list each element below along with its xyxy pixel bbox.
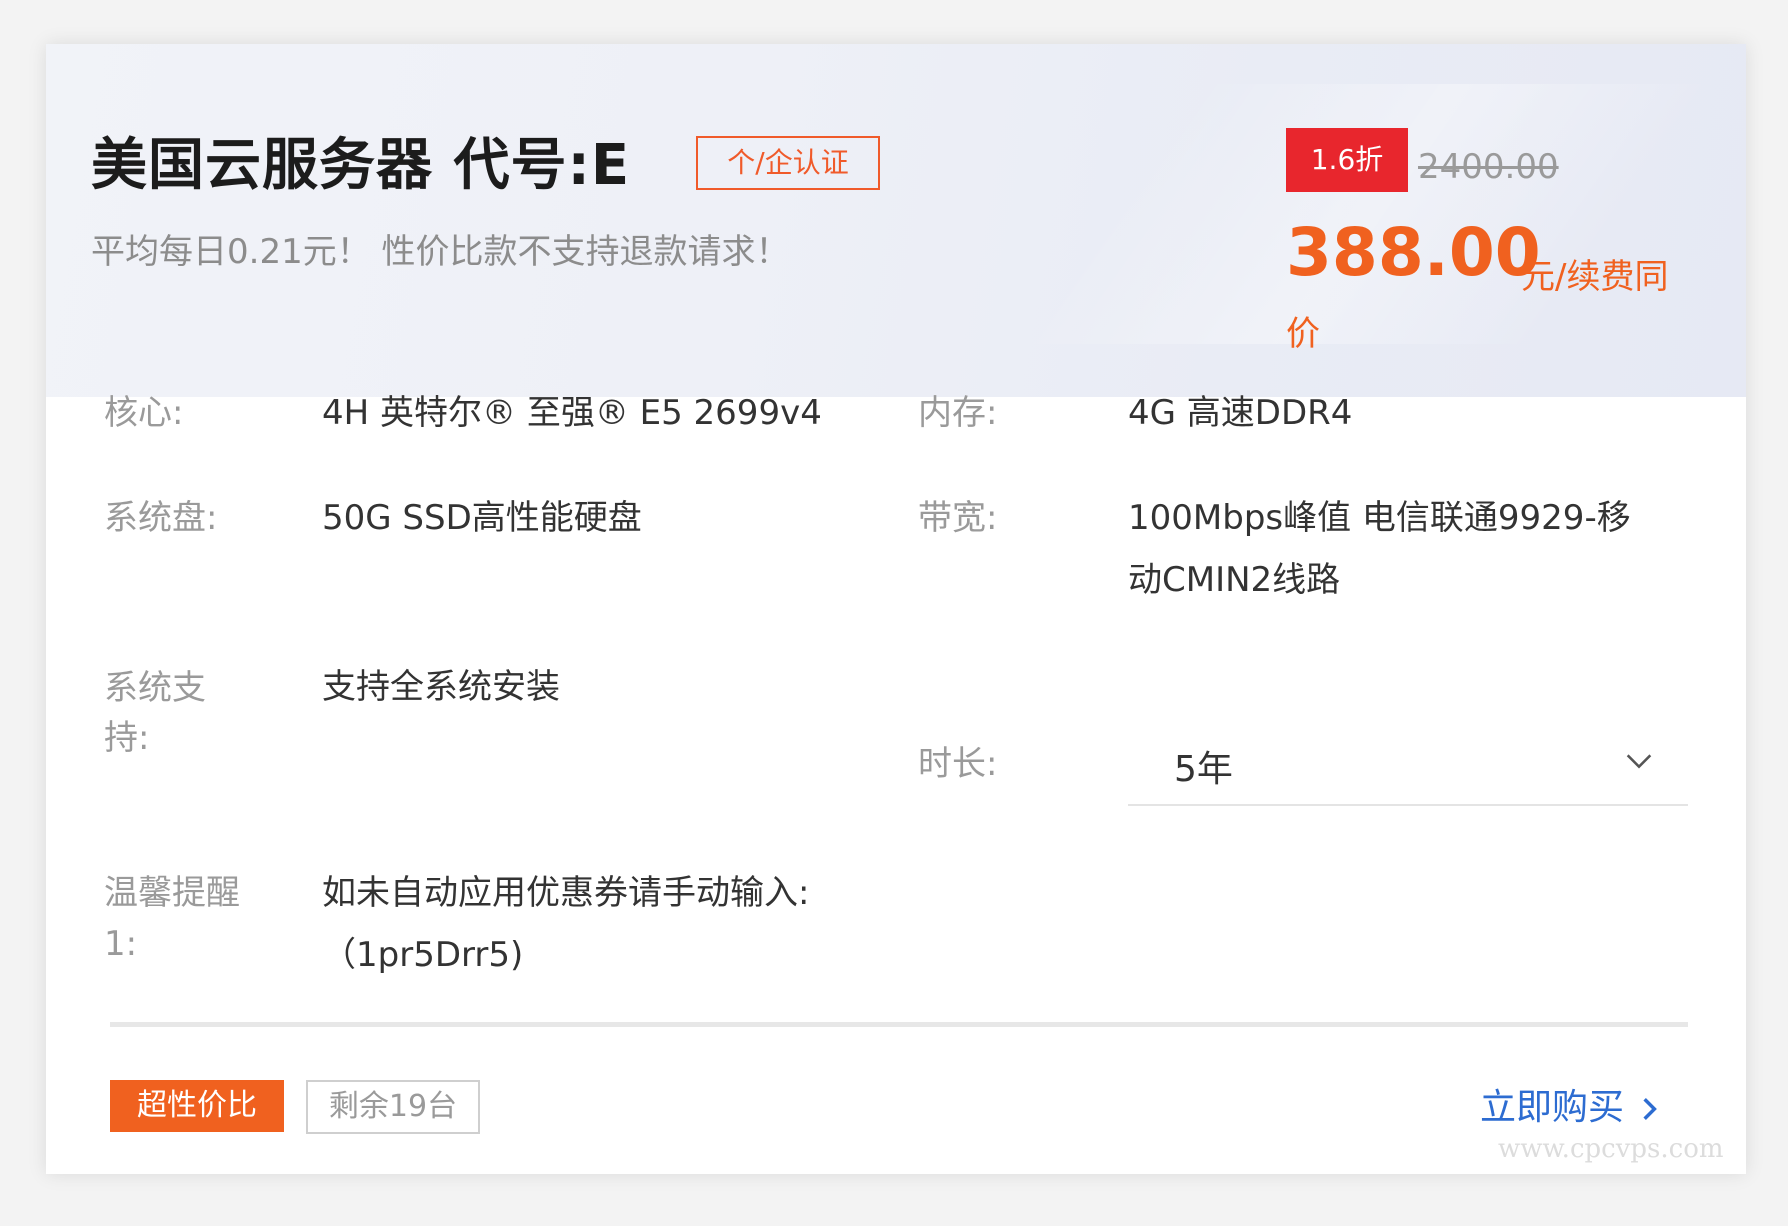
certification-tag: 个/企认证: [696, 136, 880, 190]
duration-label: 时长:: [918, 744, 998, 784]
value-badge: 超性价比: [110, 1080, 284, 1132]
bandwidth-value: 100Mbps峰值 电信联通9929-移: [1128, 498, 1631, 538]
memory-label: 内存:: [918, 393, 998, 433]
current-price: 388.00: [1286, 214, 1541, 291]
price-unit: 元/续费同: [1521, 257, 1669, 297]
coupon-code: （1pr5Drr5): [322, 935, 524, 975]
bandwidth-value-continued: 动CMIN2线路: [1128, 560, 1341, 600]
divider: [110, 1022, 1688, 1027]
os-value: 支持全系统安装: [322, 667, 560, 707]
cpu-label: 核心:: [104, 393, 184, 433]
product-title: 美国云服务器 代号:E: [91, 133, 631, 198]
os-label-continued: 持:: [104, 718, 150, 758]
buy-now-label: 立即购买: [1480, 1087, 1625, 1128]
stock-badge: 剩余19台: [306, 1080, 480, 1134]
disk-label: 系统盘:: [104, 498, 218, 538]
original-price: 2400.00: [1418, 147, 1559, 187]
duration-select[interactable]: 5年: [1128, 724, 1688, 806]
buy-now-link[interactable]: 立即购买: [1480, 1078, 1662, 1130]
duration-selected-value: 5年: [1174, 749, 1233, 790]
price-unit-continued: 价: [1286, 314, 1320, 354]
tip-value: 如未自动应用优惠券请手动输入:: [322, 873, 810, 913]
memory-value: 4G 高速DDR4: [1128, 393, 1353, 433]
chevron-right-icon: [1643, 1098, 1657, 1120]
disk-value: 50G SSD高性能硬盘: [322, 498, 642, 538]
discount-badge: 1.6折: [1286, 128, 1408, 192]
tip-label-continued: 1:: [104, 924, 138, 964]
chevron-down-icon: [1626, 754, 1652, 769]
card-header: 美国云服务器 代号:E 个/企认证 平均每日0.21元！ 性价比款不支持退款请求…: [46, 44, 1746, 397]
cpu-value: 4H 英特尔® 至强® E5 2699v4: [322, 393, 822, 433]
tip-label: 温馨提醒: [104, 873, 240, 913]
watermark: www.cpcvps.com: [1498, 1134, 1724, 1164]
product-card: 美国云服务器 代号:E 个/企认证 平均每日0.21元！ 性价比款不支持退款请求…: [46, 44, 1746, 1174]
bandwidth-label: 带宽:: [918, 498, 998, 538]
product-subtitle: 平均每日0.21元！ 性价比款不支持退款请求！: [91, 232, 790, 272]
os-label: 系统支: [104, 668, 206, 708]
